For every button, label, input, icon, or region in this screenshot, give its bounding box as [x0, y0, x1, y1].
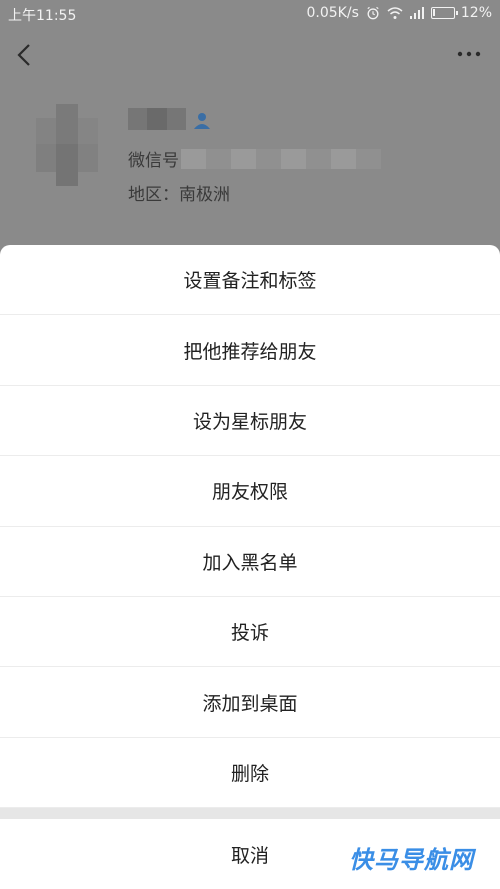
menu-item-delete[interactable]: 删除 — [0, 738, 500, 809]
menu-item-star-friend[interactable]: 设为星标朋友 — [0, 386, 500, 457]
user-icon — [194, 113, 210, 129]
status-time: 上午11:55 — [8, 8, 77, 24]
menu-item-set-remark[interactable]: 设置备注和标签 — [0, 245, 500, 316]
status-indicators: 0.05K/s 12% — [307, 5, 493, 21]
nav-bar — [0, 28, 500, 84]
site-watermark: 快马导航网 — [349, 846, 474, 874]
action-sheet: 设置备注和标签 把他推荐给朋友 设为星标朋友 朋友权限 加入黑名单 投诉 添加到… — [0, 245, 500, 889]
region-text: 地区：南极洲 — [128, 185, 230, 205]
wechat-id-blurred — [181, 148, 381, 169]
chevron-left-icon[interactable] — [14, 42, 36, 68]
menu-item-recommend-friend[interactable]: 把他推荐给朋友 — [0, 315, 500, 386]
alarm-icon — [367, 6, 379, 20]
status-bar: 上午11:55 0.05K/s 12% — [0, 0, 500, 28]
signal-icon — [409, 7, 424, 19]
wifi-icon — [387, 7, 403, 19]
contact-name-blurred — [128, 108, 186, 130]
avatar[interactable] — [36, 104, 98, 186]
wechat-id-row: 微信号 — [128, 146, 381, 171]
menu-item-add-to-blacklist[interactable]: 加入黑名单 — [0, 527, 500, 597]
battery-percent: 12% — [460, 5, 492, 21]
network-speed: 0.05K/s — [306, 5, 359, 21]
sheet-separator — [0, 808, 500, 820]
wechat-id-label: 微信号 — [128, 151, 179, 171]
battery-icon — [430, 7, 458, 19]
menu-item-friend-permissions[interactable]: 朋友权限 — [0, 456, 500, 527]
menu-item-report[interactable]: 投诉 — [0, 597, 500, 668]
more-dots-icon[interactable] — [456, 48, 482, 60]
battery-level — [432, 9, 435, 16]
contact-profile: 微信号 地区：南极洲 — [0, 84, 500, 244]
menu-item-add-to-desktop[interactable]: 添加到桌面 — [0, 667, 500, 738]
